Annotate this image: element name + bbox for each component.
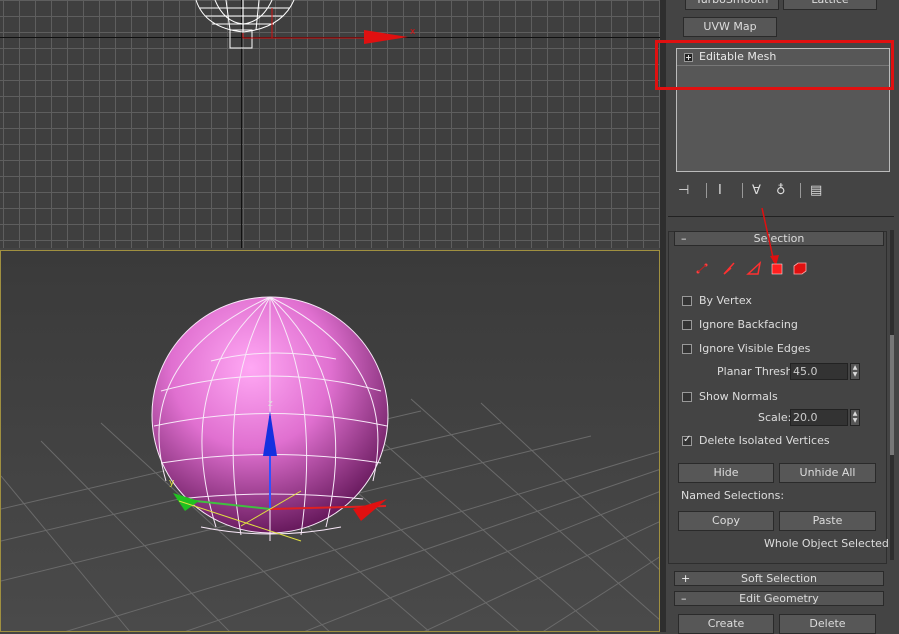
make-unique-icon[interactable]: ∀: [752, 183, 761, 198]
svg-text:y: y: [169, 478, 175, 488]
planar-thresh-spinner[interactable]: ▲ ▼: [850, 363, 860, 380]
planar-thresh-field[interactable]: 45.0: [790, 363, 848, 380]
ignore-backfacing-label: Ignore Backfacing: [699, 318, 798, 331]
x-axis-arrow-3d: [353, 499, 387, 521]
highlight-box: [655, 40, 894, 90]
named-selections-label: Named Selections:: [681, 489, 785, 502]
configure-modifier-sets-icon[interactable]: ▤: [810, 183, 822, 198]
perspective-viewport[interactable]: z y: [0, 250, 660, 632]
top-viewport[interactable]: x: [0, 0, 660, 248]
lattice-button[interactable]: Lattice: [783, 0, 877, 10]
paste-button[interactable]: Paste: [779, 511, 876, 531]
divider: [668, 216, 894, 217]
selection-status: Whole Object Selected: [764, 537, 889, 550]
selection-rollout-header[interactable]: – Selection: [674, 231, 884, 246]
ignore-visible-edges-checkbox[interactable]: [682, 344, 692, 354]
delete-button[interactable]: Delete: [779, 614, 876, 634]
show-end-result-icon[interactable]: Ⅰ: [718, 183, 722, 198]
ignore-visible-edges-label: Ignore Visible Edges: [699, 342, 811, 355]
x-axis-arrow: [364, 30, 408, 44]
svg-text:z: z: [268, 399, 273, 409]
copy-button[interactable]: Copy: [678, 511, 774, 531]
svg-text:x: x: [410, 27, 416, 37]
delete-isolated-checkbox[interactable]: [682, 434, 692, 446]
by-vertex-checkbox[interactable]: [682, 296, 692, 306]
hide-button[interactable]: Hide: [678, 463, 774, 483]
planar-thresh-label: Planar Thresh:: [717, 365, 797, 378]
scale-field[interactable]: 20.0: [790, 409, 848, 426]
uvw-map-button[interactable]: UVW Map: [683, 17, 777, 37]
show-normals-label: Show Normals: [699, 390, 778, 403]
toolbar-divider: [742, 183, 743, 198]
toolbar-divider: [706, 183, 707, 198]
panel-scrollbar-thumb[interactable]: [890, 335, 894, 455]
soft-selection-rollout-header[interactable]: + Soft Selection: [674, 571, 884, 586]
by-vertex-label: By Vertex: [699, 294, 752, 307]
modify-panel: TurboSmooth Lattice UVW Map Editable Mes…: [655, 0, 899, 634]
ignore-backfacing-checkbox[interactable]: [682, 320, 692, 330]
turbosmooth-button[interactable]: TurboSmooth: [685, 0, 779, 10]
create-button[interactable]: Create: [678, 614, 774, 634]
show-normals-checkbox[interactable]: [682, 392, 692, 402]
remove-modifier-icon[interactable]: ♁: [776, 183, 786, 198]
delete-isolated-label: Delete Isolated Vertices: [699, 434, 830, 447]
scale-spinner[interactable]: ▲ ▼: [850, 409, 860, 426]
edit-geometry-rollout-header[interactable]: – Edit Geometry: [674, 591, 884, 606]
toolbar-divider: [800, 183, 801, 198]
scale-label: Scale:: [758, 411, 792, 424]
top-sphere-wireframe: x: [195, 0, 416, 49]
pin-stack-icon[interactable]: ⊣: [678, 183, 689, 198]
unhide-all-button[interactable]: Unhide All: [779, 463, 876, 483]
